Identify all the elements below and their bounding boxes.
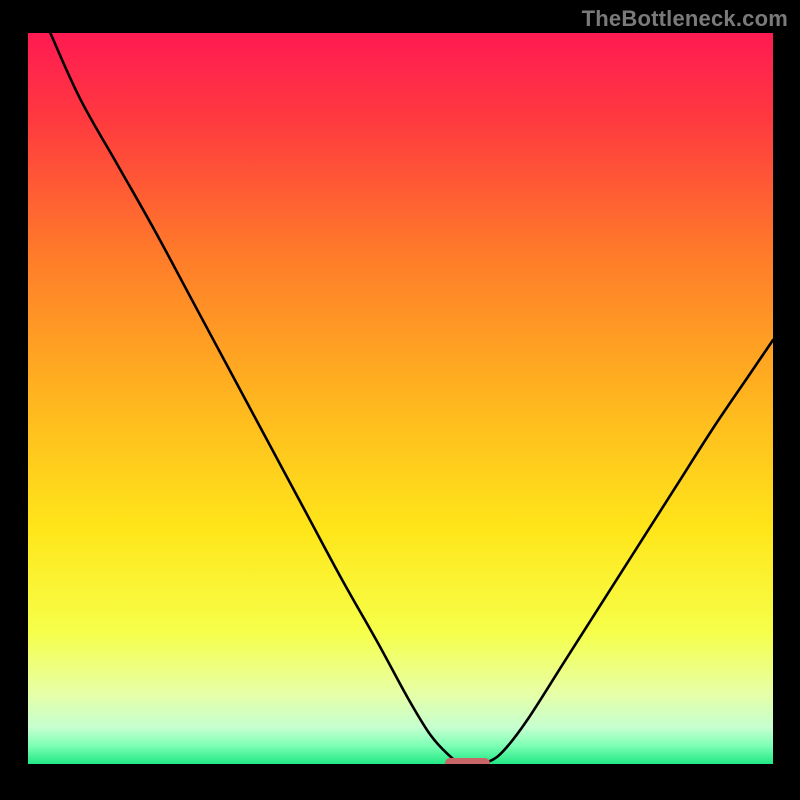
chart-root: TheBottleneck.com <box>0 0 800 800</box>
bottleneck-curve <box>28 33 773 764</box>
optimal-range-pill <box>445 758 490 765</box>
plot-area <box>28 33 773 764</box>
watermark-text: TheBottleneck.com <box>582 6 788 32</box>
